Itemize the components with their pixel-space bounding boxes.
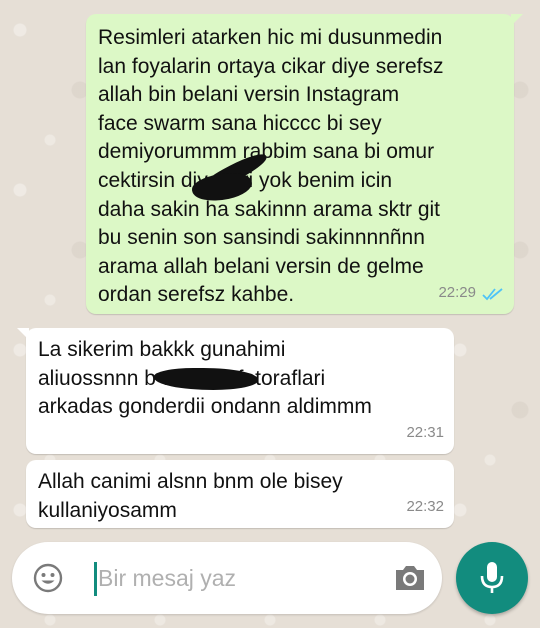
message-input[interactable]	[98, 560, 378, 596]
incoming-message-bubble[interactable]: La sikerim bakkk gunahimi aliuossnnn b u…	[17, 328, 454, 454]
message-meta: 22:31	[406, 419, 444, 448]
message-time: 22:29	[438, 284, 476, 302]
microphone-icon	[480, 562, 504, 593]
message-meta: 22:29	[438, 279, 504, 308]
incoming-message-bubble[interactable]: Allah canimi alsnn bnm ole bisey kullani…	[26, 460, 454, 528]
message-list[interactable]: Resimleri atarken hic mi dusunmedin lan …	[0, 0, 540, 538]
message-text: Allah canimi alsnn bnm ole bisey kullani…	[38, 470, 343, 522]
message-composer	[12, 542, 442, 614]
emoji-icon[interactable]	[32, 562, 64, 594]
message-time: 22:31	[406, 424, 444, 442]
text-cursor	[94, 562, 97, 596]
message-meta: 22:32	[406, 493, 444, 522]
outgoing-message-bubble[interactable]: Resimleri atarken hic mi dusunmedin lan …	[86, 14, 523, 314]
camera-icon[interactable]	[392, 560, 428, 596]
double-check-read-icon	[482, 288, 503, 301]
message-text: Resimleri atarken hic mi dusunmedin lan …	[98, 26, 444, 307]
voice-record-button[interactable]	[456, 542, 528, 614]
message-time: 22:32	[406, 498, 444, 516]
